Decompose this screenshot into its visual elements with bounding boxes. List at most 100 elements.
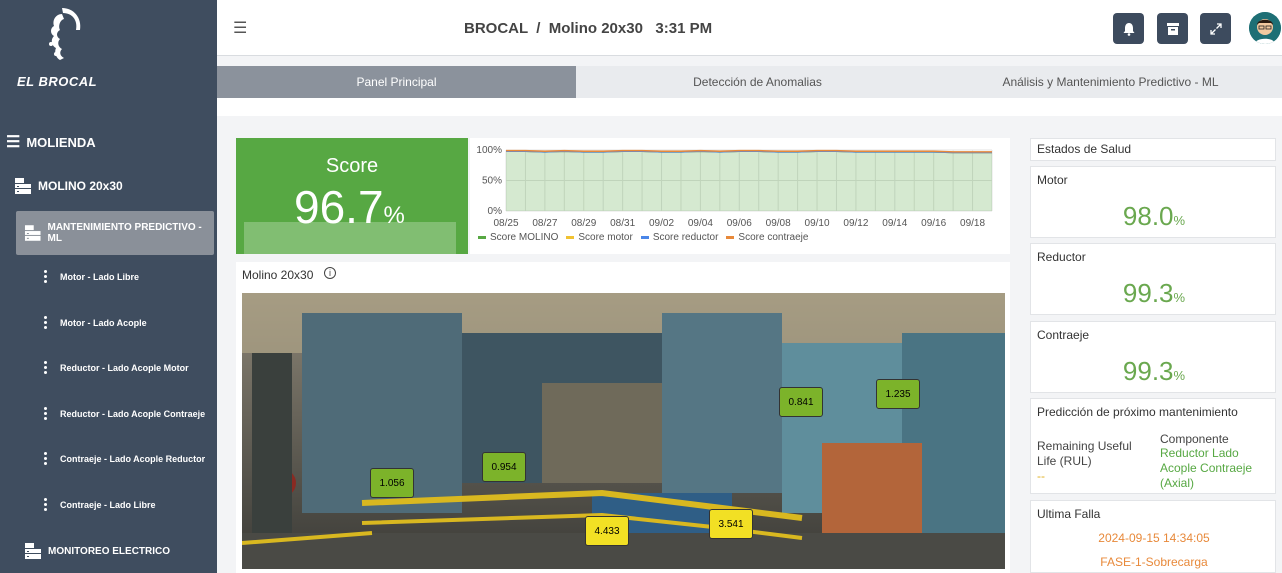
health-unit: % <box>1173 368 1186 383</box>
server-icon <box>24 225 41 241</box>
sensor-badge[interactable]: 4.433 <box>585 516 629 546</box>
sensor-badge[interactable]: 0.954 <box>482 452 526 482</box>
chart-x-tick: 09/14 <box>882 218 907 229</box>
vertical-dots-icon <box>40 498 50 511</box>
sensor-badge[interactable]: 1.056 <box>370 468 414 498</box>
tab-bar-spacer <box>217 98 1282 116</box>
vertical-dots-icon <box>40 361 50 374</box>
chart-y-tick: 0% <box>488 206 503 217</box>
sensor-badge[interactable]: 1.235 <box>876 379 920 409</box>
legend-item[interactable]: Score contraeje <box>726 232 808 243</box>
sidebar-subitem-contraeje-libre[interactable]: Contraeje - Lado Libre <box>40 498 156 511</box>
last-failure-title: Ultima Falla <box>1037 507 1101 521</box>
legend-label: Score MOLINO <box>490 232 559 243</box>
health-label: Contraeje <box>1037 328 1090 342</box>
server-icon <box>25 543 41 559</box>
vertical-dots-icon <box>40 270 50 283</box>
health-title: Estados de Salud <box>1037 142 1132 156</box>
chart-y-tick: 50% <box>482 176 502 187</box>
legend-label: Score contraeje <box>738 232 809 243</box>
chart-x-tick: 09/02 <box>649 218 674 229</box>
health-number: 99.3 <box>1122 356 1174 386</box>
rul-label: Remaining Useful Life (RUL) <box>1037 439 1132 468</box>
sidebar-subitem-reductor-motor[interactable]: Reductor - Lado Acople Motor <box>40 361 189 374</box>
score-number: 96.7 <box>294 181 384 233</box>
health-label: Motor <box>1037 173 1068 187</box>
chart-x-tick: 09/18 <box>960 218 985 229</box>
score-trend-chart: 100% 50% 0% 08/25 08/27 08/29 08/31 09/02 09/04 0… <box>470 138 1010 254</box>
chart-x-tick: 09/06 <box>727 218 752 229</box>
health-label: Reductor <box>1037 250 1086 264</box>
sidebar-subitem-motor-acople[interactable]: Motor - Lado Acople <box>40 316 147 329</box>
score-unit: % <box>383 202 405 229</box>
legend-swatch <box>478 235 486 239</box>
trend-chart-svg: 100% 50% 0%08/25 08/27 08/29 08/31 09/02 09/04 0… <box>476 145 993 229</box>
vertical-dots-icon <box>40 316 50 329</box>
sidebar: EL BROCAL ☰ MOLIENDA MOLINO 20x30 MANTEN… <box>0 0 217 573</box>
component-label: Componente <box>1160 432 1229 446</box>
health-unit: % <box>1173 213 1186 228</box>
sidebar-item-label: MONITOREO ELECTRICO <box>48 545 171 557</box>
chart-x-tick: 09/10 <box>805 218 830 229</box>
health-card-contraeje: Contraeje 99.3% <box>1030 321 1276 393</box>
tab-analisis-mantenimiento[interactable]: Análisis y Mantenimiento Predictivo - ML <box>939 66 1282 98</box>
sidebar-subitem-motor-libre[interactable]: Motor - Lado Libre <box>40 270 139 283</box>
archive-icon <box>1166 22 1179 35</box>
user-avatar[interactable] <box>1249 12 1281 44</box>
hamburger-icon[interactable]: ☰ <box>233 18 247 38</box>
sidebar-subitem-label: Contraeje - Lado Acople Reductor <box>60 453 206 464</box>
server-icon <box>15 178 31 194</box>
fullscreen-button[interactable] <box>1200 13 1231 44</box>
legend-swatch <box>726 235 735 239</box>
sidebar-item-label: MANTENIMIENTO PREDICTIVO - ML <box>47 222 202 244</box>
legend-item[interactable]: Score reductor <box>640 232 718 243</box>
score-value: 96.7% <box>294 180 405 234</box>
page-title: BROCAL / Molino 20x30 3:31 PM <box>464 20 713 37</box>
score-label: Score <box>325 155 379 177</box>
sidebar-subitem-label: Reductor - Lado Acople Contraeje <box>60 408 206 419</box>
brand-name: EL BROCAL <box>17 74 98 89</box>
health-unit: % <box>1173 290 1186 305</box>
sensor-badge[interactable]: 3.541 <box>709 509 753 539</box>
legend-label: Score motor <box>578 232 633 243</box>
sidebar-item-monitoreo[interactable]: MONITOREO ELECTRICO <box>24 542 170 560</box>
sensor-badge[interactable]: 0.841 <box>779 387 823 417</box>
last-failure-type: FASE-1-Sobrecarga <box>1100 555 1208 569</box>
tab-deteccion-anomalias[interactable]: Detección de Anomalias <box>576 66 939 98</box>
legend-item[interactable]: Score motor <box>566 232 633 243</box>
score-card: Score 96.7% <box>236 138 468 254</box>
sidebar-section-molienda[interactable]: ☰ MOLIENDA <box>6 132 96 152</box>
health-value: 98.0% <box>1031 201 1277 232</box>
menu-lines-icon: ☰ <box>6 134 21 151</box>
notifications-button[interactable] <box>1113 13 1144 44</box>
sidebar-subitem-reductor-contraeje[interactable]: Reductor - Lado Acople Contraeje <box>40 407 205 420</box>
brand-logo[interactable]: EL BROCAL <box>0 0 217 100</box>
chart-x-tick: 08/29 <box>571 218 596 229</box>
prediction-title: Predicción de próximo mantenimiento <box>1037 405 1238 419</box>
last-failure-date: 2024-09-15 14:34:05 <box>1098 531 1210 545</box>
legend-swatch <box>566 235 575 239</box>
chart-area-molino <box>506 151 992 211</box>
tab-bar: Panel Principal Detección de Anomalias A… <box>217 66 1282 98</box>
sidebar-item-molino[interactable]: MOLINO 20x30 <box>14 177 123 195</box>
chart-x-tick: 09/16 <box>921 218 946 229</box>
health-number: 98.0 <box>1122 201 1174 231</box>
sidebar-subitem-label: Motor - Lado Acople <box>60 317 147 328</box>
chart-x-tick: 08/27 <box>532 218 557 229</box>
health-value: 99.3% <box>1031 356 1277 387</box>
sidebar-subitem-label: Reductor - Lado Acople Motor <box>60 362 189 373</box>
info-icon[interactable]: i <box>324 267 336 279</box>
chart-x-tick: 08/31 <box>610 218 635 229</box>
tab-panel-principal[interactable]: Panel Principal <box>217 66 576 98</box>
photo-title: Molino 20x30 <box>242 268 314 282</box>
sidebar-subitem-contraeje-reductor[interactable]: Contraeje - Lado Acople Reductor <box>40 452 205 465</box>
chart-x-tick: 09/04 <box>688 218 713 229</box>
chart-x-tick: 09/08 <box>766 218 791 229</box>
sidebar-item-mantenimiento-predictivo[interactable]: MANTENIMIENTO PREDICTIVO - ML <box>16 211 214 255</box>
sidebar-subitem-label: Motor - Lado Libre <box>60 271 139 282</box>
legend-item[interactable]: Score MOLINO <box>478 232 558 243</box>
rul-value: -- <box>1037 469 1045 483</box>
avatar-icon <box>1249 12 1281 44</box>
vertical-dots-icon <box>40 407 50 420</box>
archive-button[interactable] <box>1157 13 1188 44</box>
